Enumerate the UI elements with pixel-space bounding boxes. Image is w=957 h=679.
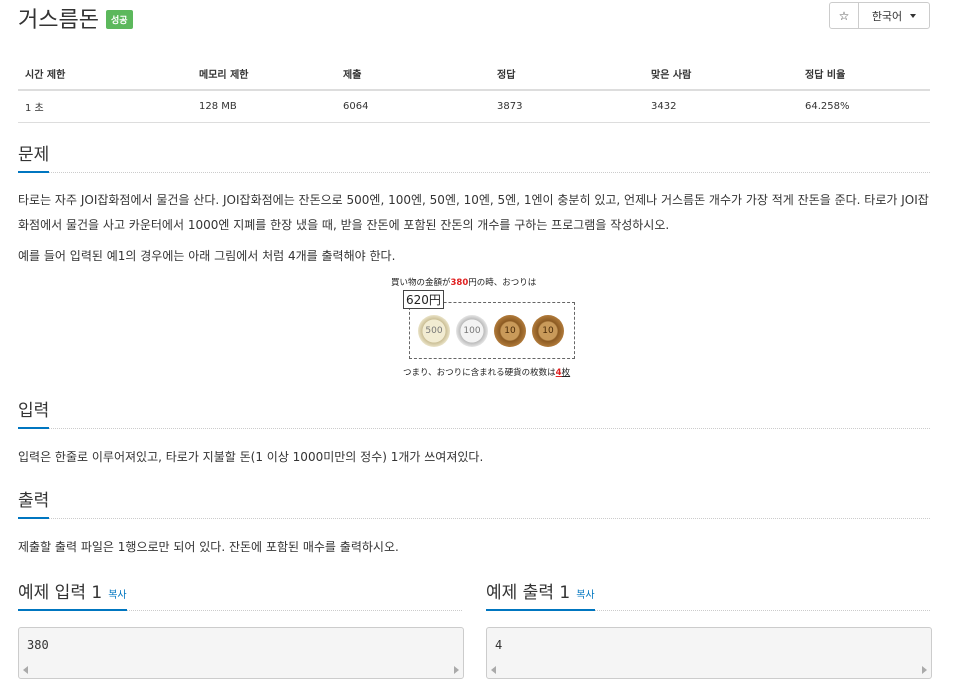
header-time-limit: 시간 제한 — [18, 60, 192, 91]
output-description: 제출할 출력 파일은 1행으로만 되어 있다. 잔돈에 포함된 매수를 출력하시… — [18, 540, 399, 554]
sample-input-header: 예제 입력 1 복사 — [18, 578, 462, 611]
sample-output-value: 4 — [495, 638, 503, 652]
input-section-header: 입력 — [18, 396, 930, 429]
copy-output-button[interactable]: 복사 — [576, 590, 594, 601]
problem-info-table: 시간 제한 메모리 제한 제출 정답 맞은 사람 정답 비율 1 초 128 M… — [18, 60, 930, 123]
sample-input-heading: 예제 입력 1 복사 — [18, 578, 127, 611]
figure-bottom-unit: 枚 — [561, 368, 571, 378]
sample-output-title: 예제 출력 1 — [486, 583, 571, 603]
coin-500-icon: 500 — [418, 315, 450, 347]
scroll-left-icon[interactable] — [23, 666, 28, 674]
figure-bottom-pre: つまり、おつりに含まれる硬貨の枚数は — [403, 368, 556, 378]
sample-output-box[interactable]: 4 — [486, 627, 932, 679]
figure-top-pre: 買い物の金額が — [391, 278, 451, 288]
figure-caption-bottom: つまり、おつりに含まれる硬貨の枚数は4枚 — [403, 366, 570, 378]
coin-100-label: 100 — [463, 326, 481, 336]
scroll-right-icon[interactable] — [454, 666, 459, 674]
header-solvers: 맞은 사람 — [644, 60, 798, 91]
time-limit-value: 1 초 — [18, 90, 192, 123]
coin-box: 500 100 10 10 — [409, 302, 575, 359]
problem-section-header: 문제 — [18, 140, 930, 173]
table-row: 1 초 128 MB 6064 3873 3432 64.258% — [18, 90, 930, 123]
header-memory-limit: 메모리 제한 — [192, 60, 336, 91]
header-ratio: 정답 비율 — [798, 60, 930, 91]
sample-input-title: 예제 입력 1 — [18, 583, 103, 603]
coin-10-icon: 10 — [494, 315, 526, 347]
scroll-left-icon[interactable] — [491, 666, 496, 674]
coin-10-label: 10 — [504, 326, 516, 336]
accepted-value[interactable]: 3873 — [490, 90, 644, 123]
output-section-header: 출력 — [18, 486, 930, 519]
star-button[interactable]: ☆ — [830, 3, 859, 28]
input-description: 입력은 한줄로 이루어져있고, 타로가 지불할 돈(1 이상 1000미만의 정… — [18, 450, 484, 464]
language-dropdown[interactable]: 한국어 — [859, 3, 929, 28]
page-title: 거스름돈 — [18, 8, 99, 33]
input-heading: 입력 — [18, 396, 50, 429]
ratio-value: 64.258% — [798, 90, 930, 123]
change-amount-label: 620円 — [403, 290, 444, 309]
sample-output-header: 예제 출력 1 복사 — [486, 578, 930, 611]
figure-top-amount: 380 — [450, 278, 469, 288]
table-header-row: 시간 제한 메모리 제한 제출 정답 맞은 사람 정답 비율 — [18, 60, 930, 91]
coin-10-label: 10 — [542, 326, 554, 336]
problem-description: 타로는 자주 JOI잡화점에서 물건을 산다. JOI잡화점에는 잔돈으로 50… — [18, 193, 929, 232]
memory-limit-value: 128 MB — [192, 90, 336, 123]
scroll-right-icon[interactable] — [922, 666, 927, 674]
language-label: 한국어 — [871, 9, 903, 23]
copy-input-button[interactable]: 복사 — [108, 590, 126, 601]
problem-example-note: 예를 들어 입력된 예1의 경우에는 아래 그림에서 처럼 4개를 출력해야 한… — [18, 249, 396, 263]
sample-input-value: 380 — [27, 638, 49, 652]
coin-10-icon: 10 — [532, 315, 564, 347]
sample-input-box[interactable]: 380 — [18, 627, 464, 679]
problem-heading: 문제 — [18, 140, 50, 173]
caret-down-icon — [910, 13, 917, 18]
solvers-value[interactable]: 3432 — [644, 90, 798, 123]
status-badge: 성공 — [106, 10, 133, 29]
output-heading: 출력 — [18, 486, 50, 519]
submissions-value[interactable]: 6064 — [336, 90, 490, 123]
coin-100-icon: 100 — [456, 315, 488, 347]
figure-caption-top: 買い物の金額が380円の時、おつりは — [391, 276, 536, 288]
sample-output-heading: 예제 출력 1 복사 — [486, 578, 595, 611]
header-submissions: 제출 — [336, 60, 490, 91]
coin-figure: 買い物の金額が380円の時、おつりは 620円 500 100 10 10 つま… — [373, 276, 575, 382]
header-accepted: 정답 — [490, 60, 644, 91]
title-row: 거스름돈 성공 ☆ 한국어 — [18, 0, 930, 40]
toolbar: ☆ 한국어 — [829, 2, 930, 29]
star-icon: ☆ — [838, 8, 850, 23]
figure-top-post: 円の時、おつりは — [468, 278, 537, 288]
coin-500-label: 500 — [425, 326, 443, 336]
